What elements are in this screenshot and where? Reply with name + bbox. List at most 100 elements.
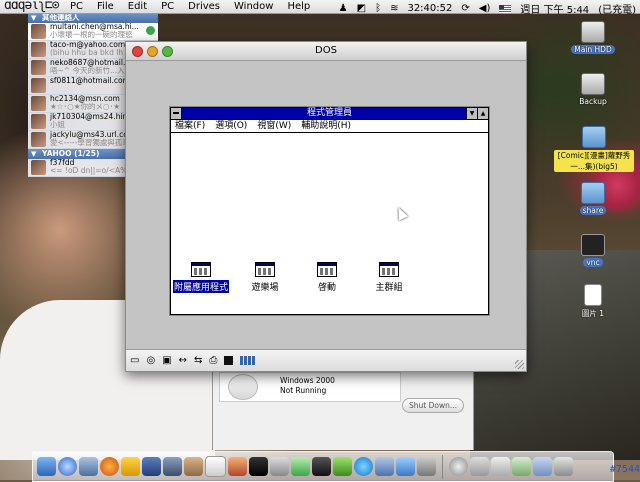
icon-label: vnc — [583, 258, 603, 267]
finder-icon[interactable] — [37, 457, 56, 476]
system-prefs-icon[interactable] — [417, 457, 436, 476]
menu-bar: ɑɑqǝιʅ⊏⊙ PC File Edit PC Drives Window H… — [0, 0, 640, 16]
avatar — [31, 24, 46, 39]
avatar — [31, 96, 46, 111]
pm-window-buttons: ▼ ▲ — [466, 108, 488, 119]
menu-drives[interactable]: Drives — [188, 1, 220, 12]
shutdown-button[interactable]: Shut Down... — [402, 398, 464, 413]
group-startup[interactable]: 啓動 — [294, 262, 360, 293]
messenger-icon[interactable] — [333, 457, 352, 476]
network-icon[interactable]: ⇆ — [194, 355, 202, 366]
menu-window[interactable]: 視窗(W) — [257, 120, 291, 132]
arrows-icon[interactable]: ↔ — [179, 355, 187, 366]
window-controls — [132, 46, 173, 57]
folder-icon — [581, 182, 605, 204]
icon-label: 圖片 1 — [581, 309, 605, 318]
watermark-text: #7544 — [609, 464, 640, 475]
dos-screen[interactable]: 程式管理員 ▼ ▲ 檔案(F) 選項(O) 視窗(W) 輔助說明(H) 附屬應用… — [126, 61, 526, 349]
list-item[interactable]: multani.chen@msa.hi... 小壞壞一根的一碗的理慾 — [28, 23, 158, 41]
resize-grip[interactable] — [515, 360, 524, 369]
group-header-other[interactable]: 其他連絡人 — [28, 13, 158, 23]
disk-icon[interactable]: ▭ — [130, 355, 139, 366]
bluetooth-icon[interactable]: ᛒ — [375, 3, 381, 14]
printer-icon[interactable]: ⎙ — [209, 355, 217, 366]
folder-share-icon[interactable]: ▣ — [162, 355, 171, 366]
trash-icon[interactable] — [554, 457, 573, 476]
window-app-icon[interactable] — [375, 457, 394, 476]
minimize-button[interactable] — [147, 46, 158, 57]
dos-titlebar[interactable]: DOS — [126, 42, 526, 61]
safari-icon[interactable] — [58, 457, 77, 476]
group-main[interactable]: 主群組 — [356, 262, 422, 293]
minimized-window-icon[interactable] — [533, 457, 552, 476]
zoom-button[interactable] — [162, 46, 173, 57]
hat-icon[interactable] — [312, 457, 331, 476]
imovie-icon[interactable] — [249, 457, 268, 476]
menu-options[interactable]: 選項(O) — [215, 120, 247, 132]
group-label: 啓動 — [317, 283, 336, 293]
minimized-window-icon[interactable] — [491, 457, 510, 476]
hard-drive-icon — [581, 21, 605, 43]
itunes-icon[interactable] — [291, 457, 310, 476]
wifi-icon[interactable]: ≋ — [390, 3, 398, 14]
firefox-icon[interactable] — [100, 457, 119, 476]
icon-label: Backup — [579, 97, 607, 106]
dock-separator — [442, 454, 443, 479]
close-button[interactable] — [132, 46, 143, 57]
adium-duck-icon[interactable] — [121, 457, 140, 476]
desktop-icon-picture[interactable]: 圖片 1 — [558, 284, 628, 319]
vm-list-item[interactable]: Windows 2000 Not Running — [219, 372, 401, 402]
apple-icon[interactable] — [270, 457, 289, 476]
desktop-icon-backup[interactable]: Backup — [558, 73, 628, 106]
desktop-icon-main-hdd[interactable]: Main HDD — [558, 21, 628, 54]
avatar — [31, 78, 46, 93]
capture-icon[interactable] — [224, 356, 234, 365]
group-accessories[interactable]: 附屬應用程式 — [168, 262, 234, 293]
minimized-window-icon[interactable] — [512, 457, 531, 476]
menu-window[interactable]: Window — [234, 1, 273, 12]
avatar — [31, 60, 46, 75]
vnc-icon[interactable]: ◩ — [357, 3, 366, 14]
ical-icon[interactable] — [205, 456, 226, 477]
user-icon[interactable]: ♟ — [339, 3, 348, 14]
menu-file[interactable]: 檔案(F) — [175, 120, 205, 132]
desktop-icon-share[interactable]: share — [558, 182, 628, 215]
us-flag-icon[interactable] — [499, 4, 512, 13]
group-games[interactable]: 遊樂場 — [232, 262, 298, 293]
program-group-icon — [379, 262, 399, 277]
skype-icon[interactable] — [354, 457, 373, 476]
desktop-icon-comic-folder[interactable]: [Comic][漫畫]蘿野秀一...集)(big5) — [554, 126, 634, 172]
document-icon[interactable] — [470, 457, 489, 476]
battery-status[interactable]: (已充電) — [598, 1, 636, 16]
cd-icon[interactable]: ◎ — [146, 355, 155, 366]
dock — [32, 451, 614, 482]
group-label: 遊樂場 — [251, 283, 279, 293]
volume-icon[interactable]: ◀) — [479, 3, 491, 14]
menu-list: PC File Edit PC Drives Window Help — [70, 1, 310, 12]
program-manager-titlebar[interactable]: 程式管理員 ▼ ▲ — [171, 108, 488, 120]
menu-file[interactable]: File — [97, 1, 114, 12]
sync-icon[interactable]: ⟳ — [461, 3, 469, 14]
avatar — [31, 132, 46, 147]
menubar-clock[interactable]: 週日 下午 5:44 — [520, 1, 589, 16]
vm-icon — [228, 374, 258, 400]
photo-icon[interactable] — [228, 457, 247, 476]
parallels-icon[interactable] — [396, 457, 415, 476]
pen-icon[interactable] — [142, 457, 161, 476]
desktop-icon-vnc[interactable]: vnc — [558, 234, 628, 267]
control-menu-icon[interactable] — [171, 108, 182, 119]
clock-readout: 32:40:52 — [407, 3, 453, 14]
menu-help[interactable]: Help — [287, 1, 310, 12]
menu-pc-2[interactable]: PC — [161, 1, 174, 12]
mail-stamp-icon[interactable] — [163, 457, 182, 476]
menu-pc[interactable]: PC — [70, 1, 83, 12]
menu-edit[interactable]: Edit — [128, 1, 147, 12]
cd-drive-icon[interactable] — [449, 457, 468, 476]
maximize-arrow-icon[interactable]: ▲ — [477, 108, 488, 119]
menu-help[interactable]: 輔助說明(H) — [301, 120, 351, 132]
mail-icon[interactable] — [79, 457, 98, 476]
vm-name: Windows 2000 — [280, 376, 335, 385]
minimize-arrow-icon[interactable]: ▼ — [466, 108, 477, 119]
address-book-icon[interactable] — [184, 457, 203, 476]
avatar — [31, 114, 46, 129]
